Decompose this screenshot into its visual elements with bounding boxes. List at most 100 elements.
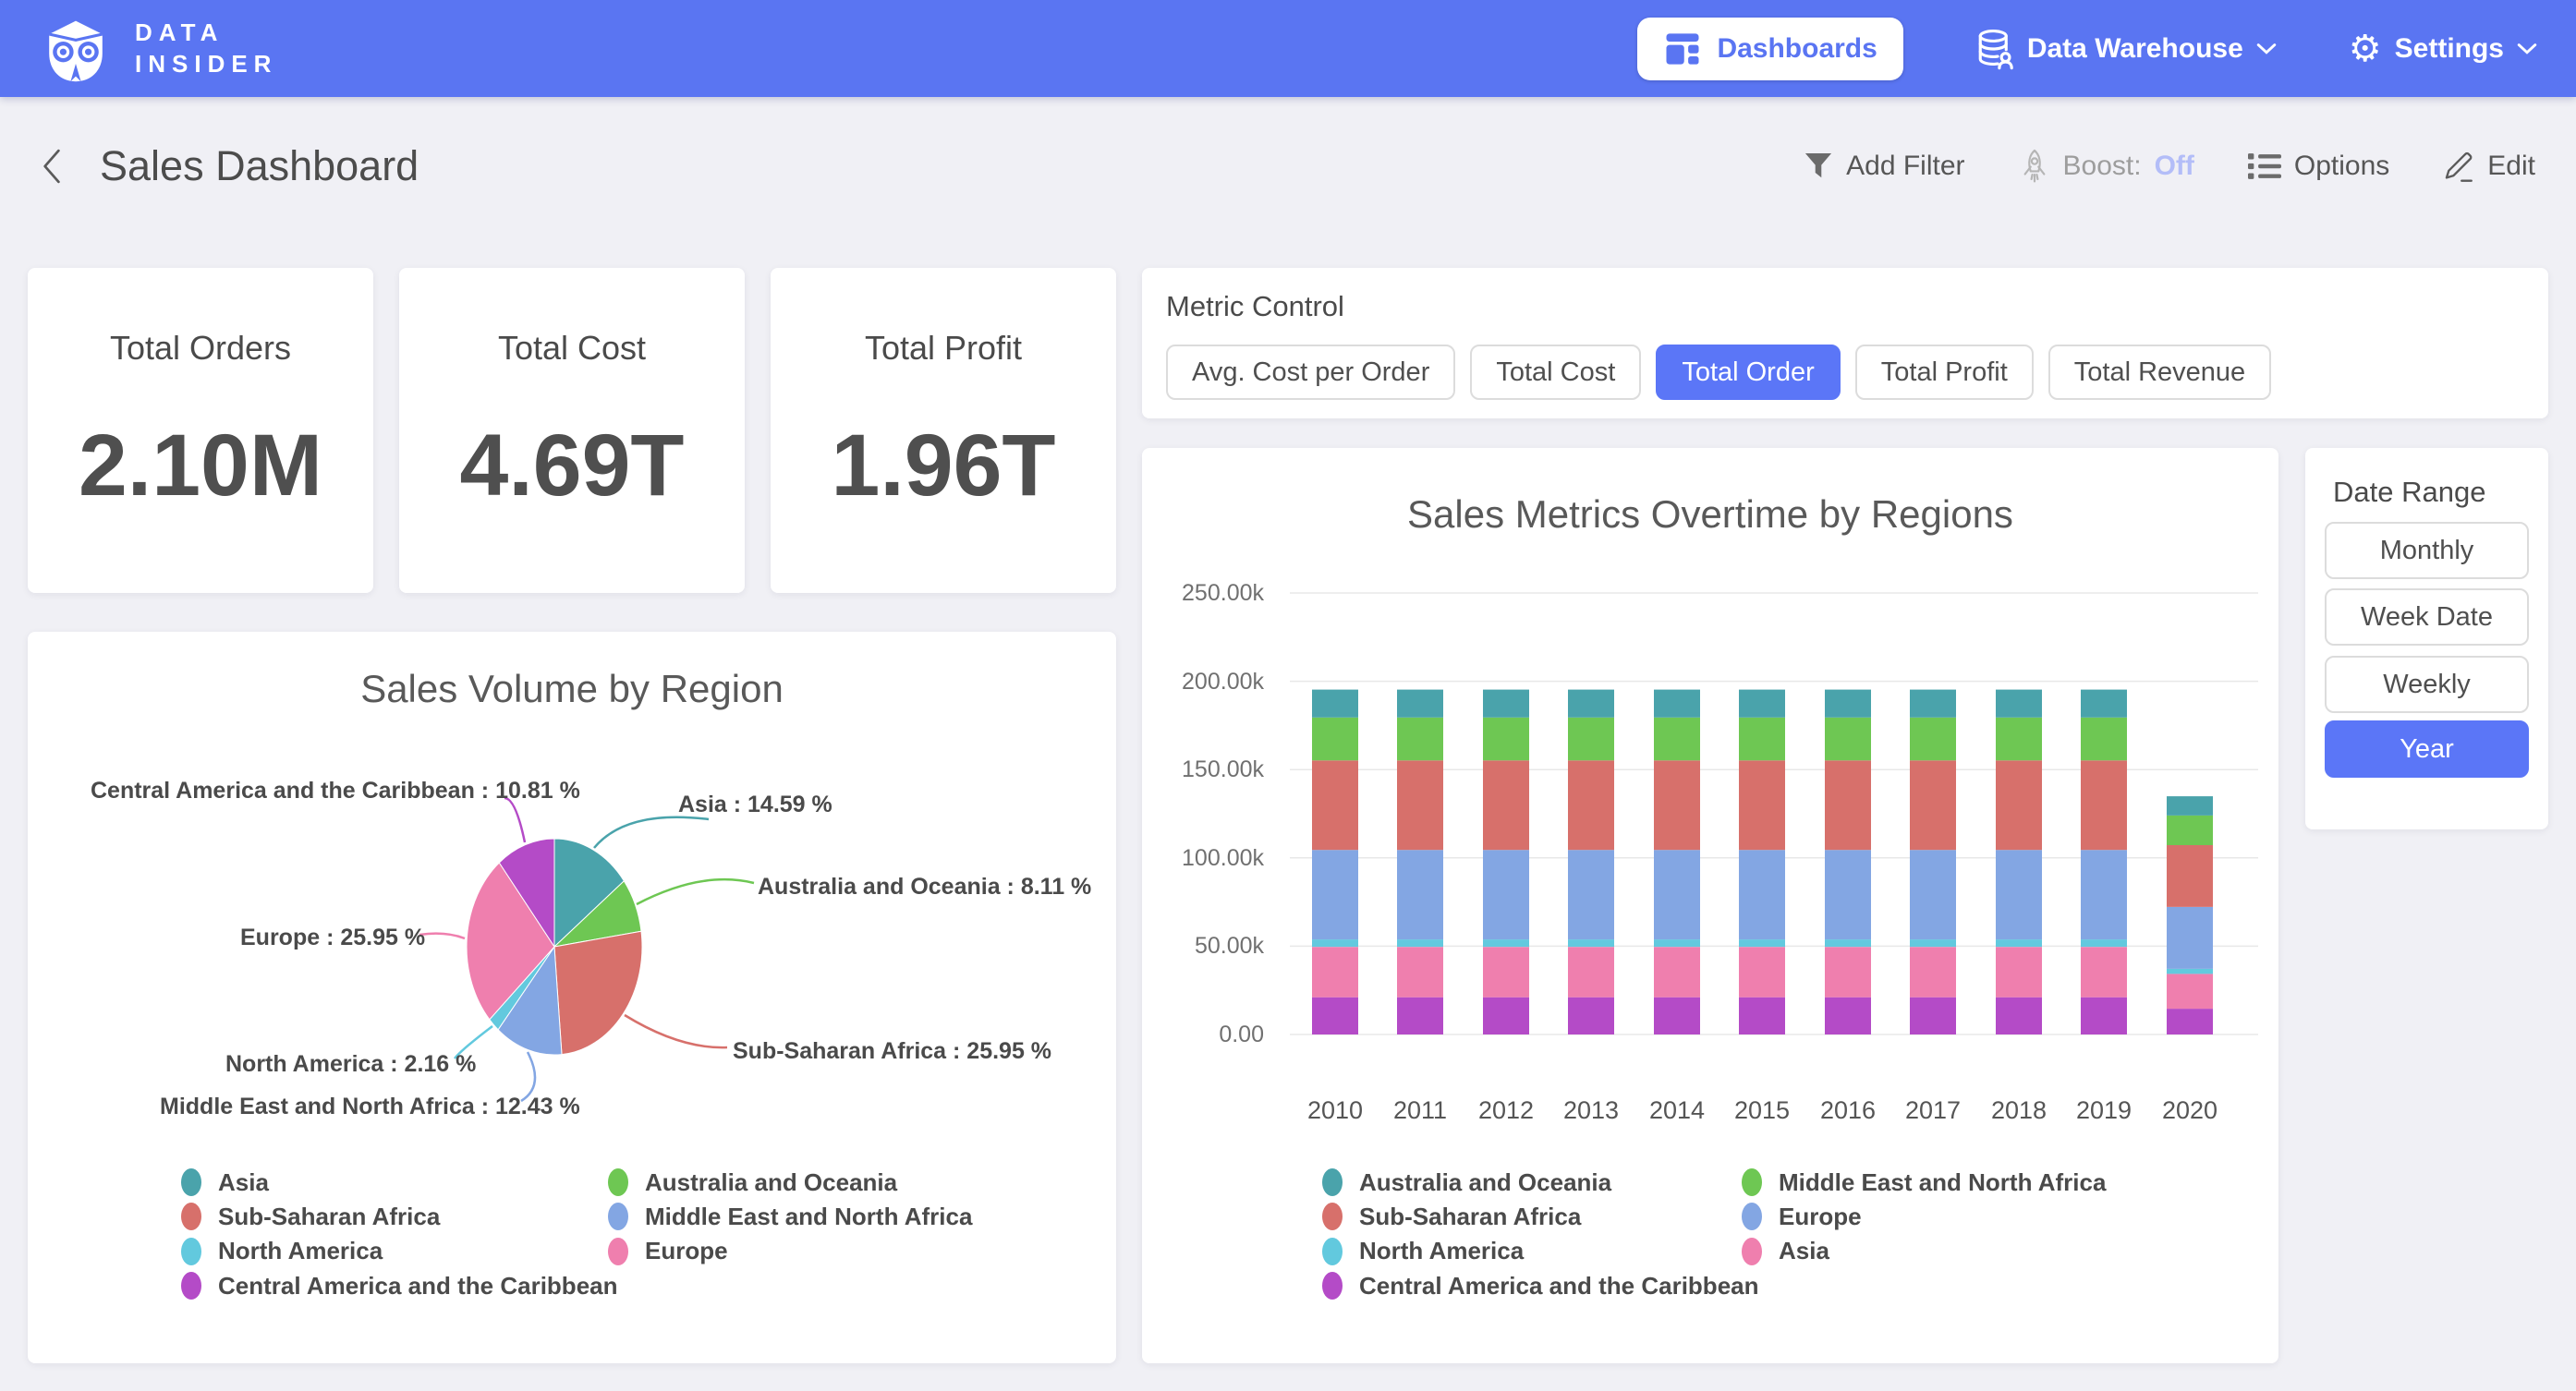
bar-segment[interactable] xyxy=(1825,998,1871,1034)
legend-item[interactable]: Asia xyxy=(181,1168,269,1196)
nav-item-data-warehouse[interactable]: Data Warehouse xyxy=(1975,28,2277,70)
legend-item[interactable]: North America xyxy=(181,1238,383,1265)
bar-segment[interactable] xyxy=(1397,850,1443,939)
bar-segment[interactable] xyxy=(1739,690,1785,718)
legend-item[interactable]: Asia xyxy=(1742,1238,1829,1265)
back-button[interactable] xyxy=(41,148,63,185)
bar-segment[interactable] xyxy=(1483,718,1529,761)
bar-segment[interactable] xyxy=(2167,907,2213,969)
bar-segment[interactable] xyxy=(2167,969,2213,974)
bar-segment[interactable] xyxy=(1397,998,1443,1034)
legend-item[interactable]: North America xyxy=(1322,1238,1524,1265)
bar-segment[interactable] xyxy=(1825,850,1871,939)
bar-segment[interactable] xyxy=(2081,850,2127,939)
add-filter-button[interactable]: Add Filter xyxy=(1804,151,1964,182)
edit-button[interactable]: Edit xyxy=(2443,150,2535,183)
options-button[interactable]: Options xyxy=(2248,151,2389,182)
legend-item[interactable]: Middle East and North Africa xyxy=(1742,1168,2106,1196)
metric-option[interactable]: Total Order xyxy=(1656,345,1840,400)
legend-item[interactable]: Sub-Saharan Africa xyxy=(181,1203,440,1230)
bar-segment[interactable] xyxy=(1910,690,1956,718)
bar-segment[interactable] xyxy=(1654,850,1700,939)
nav-item-dashboards[interactable]: Dashboards xyxy=(1637,18,1902,80)
legend-item[interactable]: Middle East and North Africa xyxy=(608,1203,972,1230)
date-range-option[interactable]: Monthly xyxy=(2325,522,2529,579)
bar-segment[interactable] xyxy=(2081,760,2127,850)
legend-item[interactable]: Sub-Saharan Africa xyxy=(1322,1203,1581,1230)
legend-item[interactable]: Central America and the Caribbean xyxy=(1322,1272,1759,1300)
bar-segment[interactable] xyxy=(1825,947,1871,998)
bar-segment[interactable] xyxy=(1910,718,1956,761)
pie-slice[interactable] xyxy=(554,931,642,1054)
bar-segment[interactable] xyxy=(1312,947,1358,998)
bar-segment[interactable] xyxy=(1397,718,1443,761)
bar-segment[interactable] xyxy=(1739,718,1785,761)
bar-segment[interactable] xyxy=(2081,998,2127,1034)
date-range-option[interactable]: Weekly xyxy=(2325,656,2529,713)
bar-segment[interactable] xyxy=(1654,760,1700,850)
bar-segment[interactable] xyxy=(2167,1009,2213,1034)
bar-segment[interactable] xyxy=(1996,947,2042,998)
bar-segment[interactable] xyxy=(1483,690,1529,718)
bar-segment[interactable] xyxy=(1568,850,1614,939)
bar-segment[interactable] xyxy=(1739,760,1785,850)
brand-logo[interactable]: DATA INSIDER xyxy=(39,12,277,86)
bar-segment[interactable] xyxy=(1483,939,1529,947)
bar-segment[interactable] xyxy=(2081,690,2127,718)
bar-segment[interactable] xyxy=(1654,998,1700,1034)
metric-option[interactable]: Total Profit xyxy=(1855,345,2034,400)
bar-segment[interactable] xyxy=(1654,939,1700,947)
boost-toggle[interactable]: Boost: Off xyxy=(2019,148,2194,185)
bar-segment[interactable] xyxy=(2081,947,2127,998)
bar-segment[interactable] xyxy=(1910,998,1956,1034)
bar-segment[interactable] xyxy=(1910,947,1956,998)
bar-segment[interactable] xyxy=(1654,690,1700,718)
bar-segment[interactable] xyxy=(1910,760,1956,850)
bar-segment[interactable] xyxy=(2167,796,2213,816)
bar-segment[interactable] xyxy=(1568,718,1614,761)
bar-segment[interactable] xyxy=(1996,690,2042,718)
bar-segment[interactable] xyxy=(1397,760,1443,850)
bar-segment[interactable] xyxy=(1312,850,1358,939)
bar-segment[interactable] xyxy=(1825,718,1871,761)
nav-item-settings[interactable]: ⚙ Settings xyxy=(2349,30,2537,67)
bar-segment[interactable] xyxy=(1825,690,1871,718)
bar-segment[interactable] xyxy=(1739,998,1785,1034)
bar-segment[interactable] xyxy=(1568,947,1614,998)
bar-segment[interactable] xyxy=(1996,998,2042,1034)
bar-segment[interactable] xyxy=(1397,690,1443,718)
bar-segment[interactable] xyxy=(1996,760,2042,850)
bar-segment[interactable] xyxy=(1739,939,1785,947)
bar-segment[interactable] xyxy=(1996,718,2042,761)
bar-segment[interactable] xyxy=(2167,974,2213,1009)
bar-segment[interactable] xyxy=(1483,947,1529,998)
bar-segment[interactable] xyxy=(1996,850,2042,939)
bar-segment[interactable] xyxy=(2167,845,2213,907)
bar-segment[interactable] xyxy=(1312,939,1358,947)
bar-segment[interactable] xyxy=(1483,998,1529,1034)
bar-segment[interactable] xyxy=(1568,939,1614,947)
bar-segment[interactable] xyxy=(1825,939,1871,947)
date-range-option[interactable]: Year xyxy=(2325,720,2529,778)
legend-item[interactable]: Australia and Oceania xyxy=(608,1168,897,1196)
bar-segment[interactable] xyxy=(1825,760,1871,850)
bar-segment[interactable] xyxy=(1654,947,1700,998)
bar-segment[interactable] xyxy=(1568,760,1614,850)
bar-segment[interactable] xyxy=(1312,690,1358,718)
date-range-option[interactable]: Week Date xyxy=(2325,588,2529,646)
bar-segment[interactable] xyxy=(1568,690,1614,718)
metric-option[interactable]: Avg. Cost per Order xyxy=(1166,345,1455,400)
bar-segment[interactable] xyxy=(1483,850,1529,939)
bar-segment[interactable] xyxy=(1910,939,1956,947)
bar-segment[interactable] xyxy=(1483,760,1529,850)
legend-item[interactable]: Australia and Oceania xyxy=(1322,1168,1611,1196)
metric-option[interactable]: Total Revenue xyxy=(2048,345,2271,400)
bar-segment[interactable] xyxy=(1312,718,1358,761)
bar-segment[interactable] xyxy=(2081,939,2127,947)
bar-segment[interactable] xyxy=(1397,947,1443,998)
metric-option[interactable]: Total Cost xyxy=(1470,345,1641,400)
bar-segment[interactable] xyxy=(1312,998,1358,1034)
bar-segment[interactable] xyxy=(1996,939,2042,947)
legend-item[interactable]: Central America and the Caribbean xyxy=(181,1272,618,1300)
bar-segment[interactable] xyxy=(1910,850,1956,939)
